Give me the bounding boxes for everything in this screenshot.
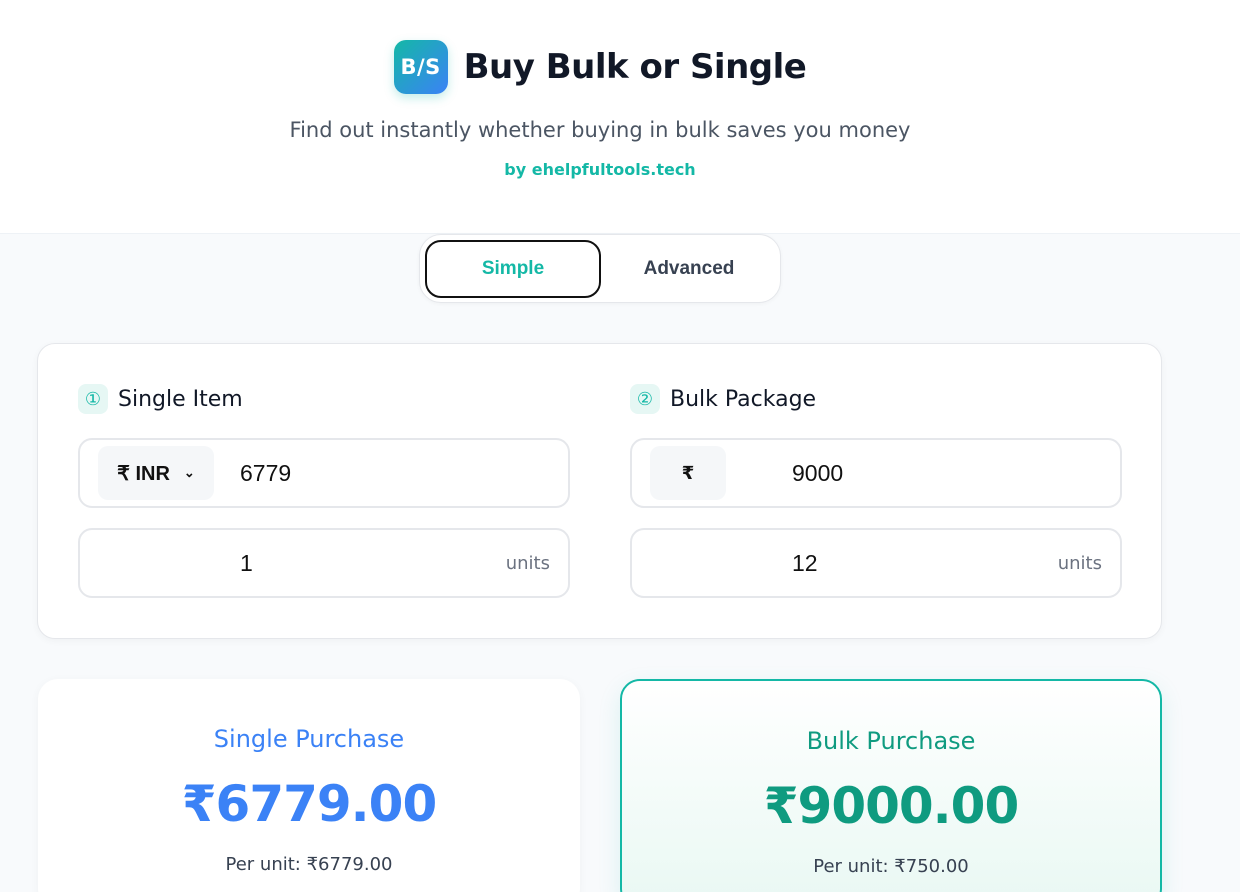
single-purchase-title: Single Purchase [213,725,405,753]
bulk-purchase-title: Bulk Purchase [806,727,976,755]
single-price-input[interactable]: 6779 [240,440,291,506]
app-header: B/S Buy Bulk or Single Find out instantl… [0,0,1240,234]
brand-row: B/S Buy Bulk or Single [0,40,1200,94]
single-per-unit: Per unit: ₹6779.00 [225,854,393,875]
single-quantity-input[interactable]: 1 [240,530,253,596]
app-logo-icon: B/S [393,40,448,94]
currency-select-value: ₹ INR [117,462,170,485]
mode-toggle: Simple Advanced [419,234,781,303]
single-item-heading: ① Single Item [78,384,243,414]
currency-select[interactable]: ₹ INR ⌄ [98,446,214,500]
bulk-quantity-field[interactable]: 12 units [630,528,1122,598]
single-units-label: units [505,552,550,574]
bulk-purchase-total: ₹9000.00 [763,777,1020,835]
bulk-package-heading: ② Bulk Package [630,384,816,414]
byline-link[interactable]: by ehelpfultools.tech [0,160,1200,179]
bulk-quantity-input[interactable]: 12 [792,530,818,596]
bulk-package-title: Bulk Package [670,386,817,412]
single-purchase-total: ₹6779.00 [181,775,438,833]
single-price-field[interactable]: ₹ INR ⌄ 6779 [78,438,570,508]
app-title: Buy Bulk or Single [463,47,807,87]
currency-symbol: ₹ [650,446,726,500]
chevron-down-icon: ⌄ [183,465,195,480]
input-card: ① Single Item ₹ INR ⌄ 6779 1 units ② Bul… [37,343,1162,639]
step-two-icon: ② [630,384,660,414]
advanced-mode-button[interactable]: Advanced [601,240,777,298]
bulk-purchase-card: Bulk Purchase ₹9000.00 Per unit: ₹750.00 [620,679,1162,892]
bulk-units-label: units [1057,552,1102,574]
step-one-icon: ① [78,384,108,414]
single-quantity-field[interactable]: 1 units [78,528,570,598]
app-subtitle: Find out instantly whether buying in bul… [289,118,911,142]
bulk-per-unit: Per unit: ₹750.00 [813,856,969,877]
bulk-price-field[interactable]: ₹ 9000 [630,438,1122,508]
single-purchase-card: Single Purchase ₹6779.00 Per unit: ₹6779… [38,679,580,892]
simple-mode-button[interactable]: Simple [425,240,601,298]
bulk-price-input[interactable]: 9000 [792,440,843,506]
single-item-title: Single Item [118,386,243,412]
